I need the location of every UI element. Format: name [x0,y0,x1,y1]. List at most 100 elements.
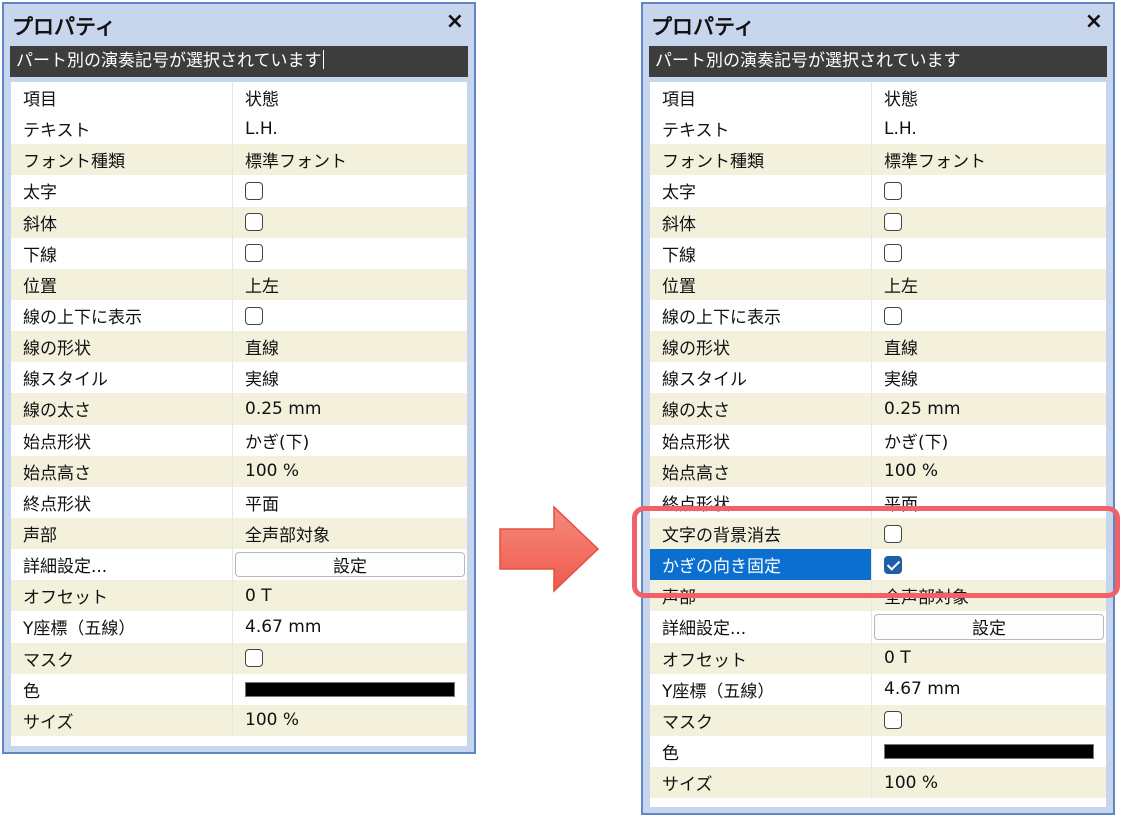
property-row[interactable]: 位置 上左 [11,268,467,300]
property-row[interactable]: サイズ 100 % [650,767,1106,799]
property-value[interactable]: 100 % [872,767,1106,798]
property-row[interactable]: 線の太さ 0.25 mm [11,393,467,425]
settings-button[interactable]: 設定 [235,552,465,578]
text-caret [322,50,324,69]
property-value[interactable]: 平面 [872,487,1106,518]
property-row[interactable]: 線スタイル 実線 [650,362,1106,394]
property-row[interactable]: フォント種類 標準フォント [11,144,467,176]
property-value[interactable]: 0 T [233,580,467,611]
property-value[interactable]: 直線 [233,331,467,362]
property-row[interactable]: 線の上下に表示 [11,299,467,332]
settings-button[interactable]: 設定 [874,614,1104,640]
property-row[interactable]: Y座標（五線） 4.67 mm [650,673,1106,705]
property-value[interactable]: 100 % [872,456,1106,487]
checkbox[interactable] [245,244,263,263]
property-label: オフセット [11,580,233,612]
property-label: 終点形状 [650,486,872,518]
property-row[interactable]: オフセット 0 T [11,580,467,612]
property-value[interactable]: 全声部対象 [233,518,467,549]
status-text: パート別の演奏記号が選択されています [16,51,322,71]
property-row[interactable]: 斜体 [11,206,467,238]
property-row[interactable]: 色 [650,735,1106,768]
property-value [872,705,1106,736]
property-row[interactable]: 斜体 [650,206,1106,238]
close-icon[interactable]: × [446,9,464,35]
property-value[interactable]: かぎ(下) [872,425,1106,456]
property-row[interactable]: 線スタイル 実線 [11,362,467,394]
property-row[interactable]: 文字の背景消去 [650,517,1106,550]
property-row[interactable]: フォント種類 標準フォント [650,144,1106,176]
property-row[interactable]: 位置 上左 [650,268,1106,300]
property-row[interactable]: 線の形状 直線 [650,331,1106,363]
property-value[interactable]: 全声部対象 [872,580,1106,611]
checkbox[interactable] [884,306,902,325]
property-row[interactable]: 線の上下に表示 [650,299,1106,332]
property-value[interactable]: L.H. [233,113,467,144]
close-icon[interactable]: × [1085,9,1103,35]
property-value[interactable]: 実線 [233,362,467,393]
selection-status: パート別の演奏記号が選択されています [649,46,1107,77]
checkbox[interactable] [884,244,902,263]
property-row[interactable]: テキスト L.H. [11,113,467,145]
checkbox[interactable] [245,213,263,232]
property-value[interactable]: 標準フォント [233,144,467,175]
header-item: 項目 [11,82,233,114]
property-row[interactable]: 太字 [11,175,467,207]
property-row[interactable]: Y座標（五線） 4.67 mm [11,611,467,643]
property-value[interactable]: 上左 [872,269,1106,300]
property-value[interactable]: 100 % [233,456,467,487]
property-label: 位置 [650,268,872,300]
property-row[interactable]: 始点形状 かぎ(下) [11,424,467,456]
property-row[interactable]: 終点形状 平面 [650,486,1106,518]
property-row[interactable]: 線の形状 直線 [11,331,467,363]
property-value[interactable]: 4.67 mm [872,674,1106,705]
property-label: テキスト [11,113,233,145]
checkbox[interactable] [884,711,902,730]
property-row[interactable]: 終点形状 平面 [11,486,467,518]
checkbox[interactable] [884,524,902,543]
property-value[interactable]: かぎ(下) [233,425,467,456]
checkbox[interactable] [884,181,902,200]
checkbox[interactable] [884,213,902,232]
property-value[interactable]: L.H. [872,113,1106,144]
property-value[interactable]: 100 % [233,705,467,736]
checkbox[interactable] [245,306,263,325]
property-row[interactable]: テキスト L.H. [650,113,1106,145]
property-row[interactable]: 始点高さ 100 % [11,455,467,487]
property-row[interactable]: 下線 [650,237,1106,269]
property-value[interactable]: 4.67 mm [233,611,467,642]
property-value[interactable]: 0 T [872,643,1106,674]
property-row[interactable]: 声部 全声部対象 [650,580,1106,612]
property-label: 声部 [650,580,872,612]
color-swatch[interactable] [884,743,1094,760]
property-row[interactable]: かぎの向き固定 [650,549,1106,581]
checkbox-checked[interactable] [884,555,902,574]
property-value[interactable]: 実線 [872,362,1106,393]
property-label: フォント種類 [11,144,233,176]
property-value[interactable]: 平面 [233,487,467,518]
property-row[interactable]: 太字 [650,175,1106,207]
property-row[interactable]: 始点高さ 100 % [650,455,1106,487]
property-value[interactable]: 直線 [872,331,1106,362]
property-label: かぎの向き固定 [650,549,872,581]
property-row[interactable]: サイズ 100 % [11,704,467,736]
property-row[interactable]: 線の太さ 0.25 mm [650,393,1106,425]
checkbox[interactable] [245,649,263,668]
property-row[interactable]: 色 [11,673,467,705]
checkbox[interactable] [245,181,263,200]
property-row[interactable]: 始点形状 かぎ(下) [650,424,1106,456]
property-row[interactable]: 声部 全声部対象 [11,517,467,550]
property-row[interactable]: 詳細設定... 設定 [11,549,467,581]
property-row[interactable]: オフセット 0 T [650,642,1106,674]
selection-status: パート別の演奏記号が選択されています [10,46,468,77]
property-row[interactable]: 詳細設定... 設定 [650,611,1106,643]
property-row[interactable]: マスク [11,642,467,674]
property-row[interactable]: 下線 [11,237,467,269]
property-value[interactable]: 0.25 mm [872,393,1106,424]
property-value[interactable]: 0.25 mm [233,393,467,424]
property-value [233,238,467,269]
property-value[interactable]: 標準フォント [872,144,1106,175]
property-value[interactable]: 上左 [233,269,467,300]
property-row[interactable]: マスク [650,704,1106,736]
color-swatch[interactable] [245,681,455,697]
